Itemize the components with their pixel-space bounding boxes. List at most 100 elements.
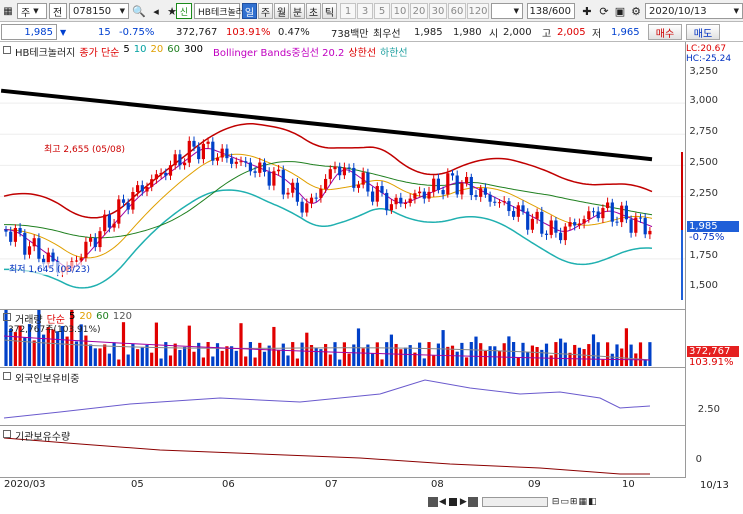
volume-bar bbox=[126, 354, 130, 366]
candle-body bbox=[281, 169, 285, 195]
tab-day[interactable]: 일 bbox=[242, 3, 257, 19]
settings-icon[interactable]: ⚙ bbox=[627, 3, 645, 19]
bid-label: 최우선 bbox=[373, 28, 401, 40]
market-type-select[interactable]: 전 bbox=[49, 3, 67, 19]
volume-bar bbox=[559, 338, 563, 366]
volume-bar bbox=[530, 345, 534, 366]
volume-bar bbox=[601, 359, 605, 366]
scroll-last-icon[interactable] bbox=[467, 497, 478, 507]
interval-60-button[interactable]: 60 bbox=[448, 3, 466, 19]
interval-1-button[interactable]: 1 bbox=[340, 3, 356, 19]
volume-bar bbox=[272, 326, 276, 366]
zoom-in-icon[interactable]: ⊞ bbox=[570, 497, 578, 507]
tab-minute[interactable]: 분 bbox=[290, 3, 305, 19]
chevron-down-icon: ▼ bbox=[733, 7, 739, 15]
volume-bar bbox=[211, 356, 215, 366]
play-icon[interactable]: ▶ bbox=[460, 497, 467, 507]
candle-body bbox=[413, 193, 417, 199]
candle-body bbox=[436, 178, 440, 191]
candle-body bbox=[568, 222, 572, 227]
grid-icon[interactable]: ▦ bbox=[1, 3, 15, 19]
candle-body bbox=[502, 201, 506, 203]
volume-bar bbox=[516, 357, 520, 366]
candle-body bbox=[187, 140, 191, 163]
date-input[interactable]: 2020/10/13 ▼ bbox=[645, 3, 743, 19]
interval-3-button[interactable]: 3 bbox=[357, 3, 373, 19]
interval-10-button[interactable]: 10 bbox=[391, 3, 409, 19]
volume-bar bbox=[573, 344, 577, 366]
volume-bar bbox=[432, 355, 436, 366]
scroll-first-icon[interactable] bbox=[428, 497, 438, 507]
legend-ma300: 300 bbox=[183, 44, 204, 55]
foreign-ownership-panel[interactable]: 외국인보유비중 bbox=[0, 368, 685, 426]
count-input[interactable]: 138/600 bbox=[527, 3, 575, 19]
candle-body bbox=[450, 173, 455, 176]
candle-body bbox=[168, 165, 173, 176]
sell-button[interactable]: 매도 bbox=[686, 24, 720, 40]
custom-interval-select[interactable]: ▼ bbox=[491, 3, 523, 19]
grid-view-icon[interactable]: ▦ bbox=[578, 497, 587, 507]
institution-holdings-panel[interactable]: 기관보유수량 bbox=[0, 426, 685, 478]
candle-body bbox=[544, 233, 549, 235]
zoom-out-icon[interactable]: ⊟ bbox=[552, 497, 560, 507]
tab-month[interactable]: 월 bbox=[274, 3, 289, 19]
volume-panel[interactable]: 거래량 단순 5 20 60 120 372,767주(103.91%) bbox=[0, 310, 685, 368]
tab-tick[interactable]: 틱 bbox=[322, 3, 337, 19]
candle-body bbox=[300, 201, 304, 213]
institution-holdings-line bbox=[3, 437, 650, 475]
candle-body bbox=[154, 174, 158, 180]
chevron-down-icon: ▼ bbox=[119, 7, 125, 15]
volume-bar bbox=[389, 334, 393, 366]
buy-button[interactable]: 매수 bbox=[648, 24, 682, 40]
search-icon[interactable]: 🔍 bbox=[130, 3, 148, 19]
candle-body bbox=[422, 191, 426, 199]
volume-bar bbox=[624, 328, 628, 366]
end-date-label: 10/13 bbox=[700, 480, 729, 491]
candle-body bbox=[460, 183, 464, 195]
scroll-back-icon[interactable]: ◀ bbox=[439, 497, 446, 507]
candle-body bbox=[225, 148, 229, 159]
stop-icon[interactable] bbox=[448, 498, 457, 506]
candle-body bbox=[309, 197, 314, 204]
interval-20-button[interactable]: 20 bbox=[410, 3, 428, 19]
price-chart-panel[interactable]: HB테크놀러지 종가 단순 5 10 20 60 300 Bollinger B… bbox=[0, 42, 685, 310]
tab-second[interactable]: 초 bbox=[306, 3, 321, 19]
candle-body bbox=[178, 154, 182, 166]
candle-body bbox=[624, 205, 628, 220]
candle-body bbox=[103, 214, 107, 232]
legend-box-icon bbox=[3, 46, 11, 54]
interval-120-button[interactable]: 120 bbox=[467, 3, 489, 19]
candle-body bbox=[98, 231, 102, 248]
candle-body bbox=[483, 188, 487, 195]
candle-body bbox=[591, 211, 596, 213]
candle-body bbox=[338, 166, 342, 176]
volume-bar bbox=[422, 358, 426, 366]
cross-icon[interactable]: ✚ bbox=[578, 3, 596, 19]
new-stock-badge: 신 bbox=[176, 3, 192, 19]
volume-bar bbox=[460, 342, 464, 366]
high-value: 2,005 bbox=[557, 26, 586, 38]
hc-label: HC:-25.24 bbox=[686, 54, 732, 64]
volume-bar bbox=[117, 359, 121, 366]
candle-body bbox=[512, 211, 516, 217]
candle-body bbox=[516, 205, 520, 217]
x-label: 05 bbox=[131, 479, 144, 490]
volume-bar bbox=[502, 343, 506, 366]
candle-body bbox=[371, 191, 375, 202]
fit-icon[interactable]: ▭ bbox=[560, 497, 569, 507]
tab-week[interactable]: 주 bbox=[258, 3, 273, 19]
expand-icon[interactable]: ◧ bbox=[588, 497, 597, 507]
interval-5-button[interactable]: 5 bbox=[374, 3, 390, 19]
volume-bar bbox=[93, 348, 97, 366]
y-tick: 2,500 bbox=[689, 157, 718, 168]
code-input[interactable]: 078150 ▼ bbox=[69, 3, 129, 19]
y-tick: 1,500 bbox=[689, 280, 718, 291]
candle-body bbox=[455, 175, 459, 195]
scrollbar[interactable] bbox=[481, 497, 548, 507]
candle-body bbox=[380, 186, 384, 193]
market-select[interactable]: 주 ▼ bbox=[17, 3, 47, 19]
candle-body bbox=[211, 141, 215, 161]
candle-body bbox=[324, 178, 328, 189]
interval-30-button[interactable]: 30 bbox=[429, 3, 447, 19]
volume-bar bbox=[150, 352, 154, 366]
